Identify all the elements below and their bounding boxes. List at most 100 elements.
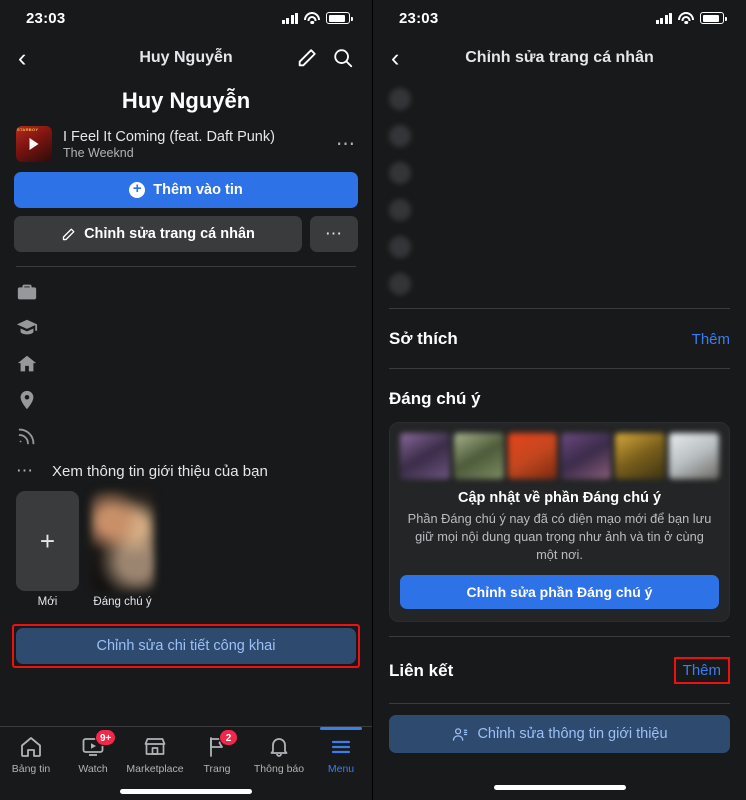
status-icons bbox=[655, 12, 727, 24]
tab-watch[interactable]: 9+ Watch bbox=[62, 729, 124, 775]
row-icon bbox=[389, 236, 411, 258]
edit-public-details-button[interactable]: Chỉnh sửa chi tiết công khai bbox=[16, 627, 356, 664]
info-row-education[interactable] bbox=[0, 309, 372, 345]
home-icon bbox=[16, 351, 38, 375]
play-icon bbox=[29, 138, 39, 150]
ellipsis-icon[interactable]: ⋯ bbox=[332, 135, 356, 154]
tab-label: Thông báo bbox=[253, 763, 305, 775]
search-icon[interactable] bbox=[332, 47, 354, 69]
status-time: 23:03 bbox=[26, 9, 66, 27]
tab-label: Menu bbox=[327, 763, 355, 775]
edit-profile-row: Chỉnh sửa trang cá nhân ⋯ bbox=[0, 216, 372, 260]
tab-marketplace[interactable]: Marketplace bbox=[124, 735, 186, 775]
status-time: 23:03 bbox=[399, 9, 439, 27]
info-row-rss[interactable] bbox=[0, 417, 372, 453]
blurred-text bbox=[52, 387, 356, 389]
nav-title: Chỉnh sửa trang cá nhân bbox=[465, 49, 654, 66]
info-row-work[interactable] bbox=[0, 273, 372, 309]
chevron-left-icon[interactable]: ‹ bbox=[391, 45, 415, 71]
row-icon bbox=[389, 273, 411, 295]
wifi-icon bbox=[678, 12, 694, 24]
music-artist: The Weeknd bbox=[63, 145, 134, 160]
chevron-left-icon[interactable]: ‹ bbox=[18, 45, 42, 71]
add-story-row: + Thêm vào tin bbox=[0, 172, 372, 216]
blurred-text bbox=[52, 423, 356, 425]
blurred-row[interactable] bbox=[373, 228, 746, 265]
plus-circle-icon: + bbox=[129, 181, 146, 198]
see-your-info-label: Xem thông tin giới thiệu của bạn bbox=[52, 462, 268, 480]
signal-bars-icon bbox=[281, 12, 298, 24]
public-details-highlight: Chỉnh sửa chi tiết công khai bbox=[0, 620, 372, 668]
left-nav-bar: ‹ Huy Nguyễn bbox=[0, 36, 372, 80]
info-row-location[interactable] bbox=[0, 381, 372, 417]
right-nav-bar: ‹ Chỉnh sửa trang cá nhân bbox=[373, 36, 746, 80]
rss-icon bbox=[16, 423, 38, 447]
divider bbox=[389, 636, 730, 638]
section-title: Đáng chú ý bbox=[389, 389, 481, 408]
section-title: Sở thích bbox=[389, 329, 458, 348]
home-indicator bbox=[120, 789, 252, 794]
thumbnail bbox=[561, 433, 612, 479]
divider bbox=[389, 703, 730, 705]
row-icon bbox=[389, 88, 411, 110]
blurred-row[interactable] bbox=[373, 154, 746, 191]
divider bbox=[389, 308, 730, 309]
watch-icon: 9+ bbox=[80, 729, 117, 759]
tab-menu[interactable]: Menu bbox=[310, 727, 372, 775]
album-tag: STARBOY bbox=[17, 127, 39, 132]
graduation-cap-icon bbox=[16, 315, 38, 339]
add-so-thich-link[interactable]: Thêm bbox=[692, 331, 730, 348]
blurred-text bbox=[424, 124, 730, 126]
edit-intro-button[interactable]: Chỉnh sửa thông tin giới thiệu bbox=[389, 715, 730, 754]
tab-trang[interactable]: 2 Trang bbox=[186, 729, 248, 775]
edit-featured-button[interactable]: Chỉnh sửa phần Đáng chú ý bbox=[400, 575, 719, 610]
bottom-tab-bar: Bảng tin 9+ Watch Marketplace 2 Trang Th… bbox=[0, 726, 372, 800]
tab-thong-bao[interactable]: Thông báo bbox=[248, 735, 310, 775]
thumbnail bbox=[615, 433, 666, 479]
info-row-home[interactable] bbox=[0, 345, 372, 381]
row-icon bbox=[389, 125, 411, 147]
blurred-text bbox=[52, 315, 356, 317]
badge-trang: 2 bbox=[219, 729, 238, 746]
tab-label: Marketplace bbox=[126, 763, 184, 775]
section-so-thich: Sở thích Thêm bbox=[373, 315, 746, 362]
blurred-text bbox=[52, 351, 356, 353]
blurred-row[interactable] bbox=[373, 265, 746, 302]
pencil-icon[interactable] bbox=[296, 47, 318, 69]
blurred-text bbox=[424, 235, 730, 237]
right-phone-screen: 23:03 ‹ Chỉnh sửa trang cá nhân Sở thích… bbox=[373, 0, 746, 800]
thumbnail bbox=[507, 433, 558, 479]
featured-thumbnails bbox=[400, 433, 719, 479]
blurred-row[interactable] bbox=[373, 80, 746, 117]
location-pin-icon bbox=[16, 387, 38, 411]
divider bbox=[389, 368, 730, 369]
flag-icon: 2 bbox=[204, 729, 238, 759]
divider bbox=[16, 266, 356, 267]
signal-bars-icon bbox=[655, 12, 672, 24]
tab-label: Bảng tin bbox=[11, 763, 51, 775]
page-title: Huy Nguyễn bbox=[121, 88, 251, 113]
profile-more-button[interactable]: ⋯ bbox=[310, 216, 358, 252]
hamburger-icon bbox=[328, 735, 354, 759]
card-body: Phần Đáng chú ý nay đã có diện mạo mới đ… bbox=[407, 511, 712, 563]
bell-icon bbox=[266, 735, 292, 759]
briefcase-icon bbox=[16, 279, 38, 303]
status-bar: 23:03 bbox=[0, 0, 372, 36]
tile-label: Mới bbox=[37, 596, 58, 608]
tile-new[interactable]: + Mới bbox=[16, 491, 79, 610]
edit-profile-button[interactable]: Chỉnh sửa trang cá nhân bbox=[14, 216, 302, 252]
tile-featured[interactable]: Đáng chú ý bbox=[91, 491, 154, 610]
row-icon bbox=[389, 162, 411, 184]
marketplace-icon bbox=[142, 735, 168, 759]
add-story-button[interactable]: + Thêm vào tin bbox=[14, 172, 358, 208]
music-row[interactable]: STARBOY I Feel It Coming (feat. Daft Pun… bbox=[0, 124, 372, 172]
see-your-info-row[interactable]: ⋯ Xem thông tin giới thiệu của bạn bbox=[0, 453, 372, 491]
blurred-row[interactable] bbox=[373, 191, 746, 228]
add-lien-ket-link[interactable]: Thêm bbox=[673, 657, 730, 685]
blurred-row[interactable] bbox=[373, 117, 746, 154]
home-indicator bbox=[493, 785, 626, 790]
tile-photo bbox=[91, 491, 154, 591]
section-title: Liên kết bbox=[389, 660, 454, 680]
thumbnail bbox=[669, 433, 719, 479]
tab-bang-tin[interactable]: Bảng tin bbox=[0, 735, 62, 775]
